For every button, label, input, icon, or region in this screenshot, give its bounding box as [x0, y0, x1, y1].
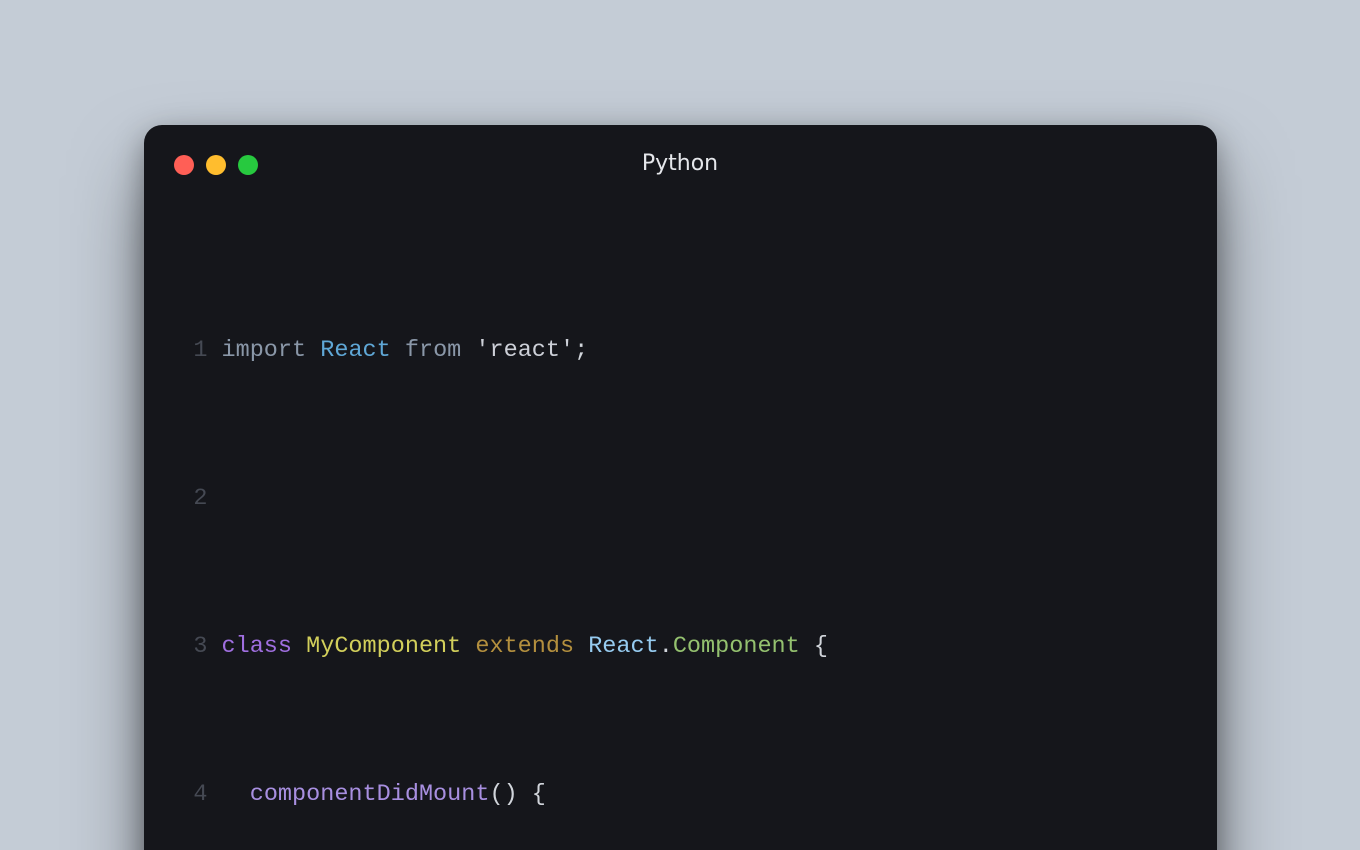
line-number: 2 [168, 480, 222, 517]
page-root: Python 1 import React from 'react'; 2 3 … [0, 0, 1360, 850]
window-title: Python [168, 151, 1193, 176]
line-number: 4 [168, 776, 222, 813]
line-number: 1 [168, 332, 222, 369]
code-line: 1 import React from 'react'; [168, 332, 1193, 369]
line-number: 3 [168, 628, 222, 665]
code-line: 3 class MyComponent extends React.Compon… [168, 628, 1193, 665]
code-line: 2 [168, 480, 1193, 517]
titlebar: Python [168, 149, 1193, 185]
code-area[interactable]: 1 import React from 'react'; 2 3 class M… [168, 221, 1193, 850]
editor-window: Python 1 import React from 'react'; 2 3 … [144, 125, 1217, 850]
code-line: 4 componentDidMount() { [168, 776, 1193, 813]
